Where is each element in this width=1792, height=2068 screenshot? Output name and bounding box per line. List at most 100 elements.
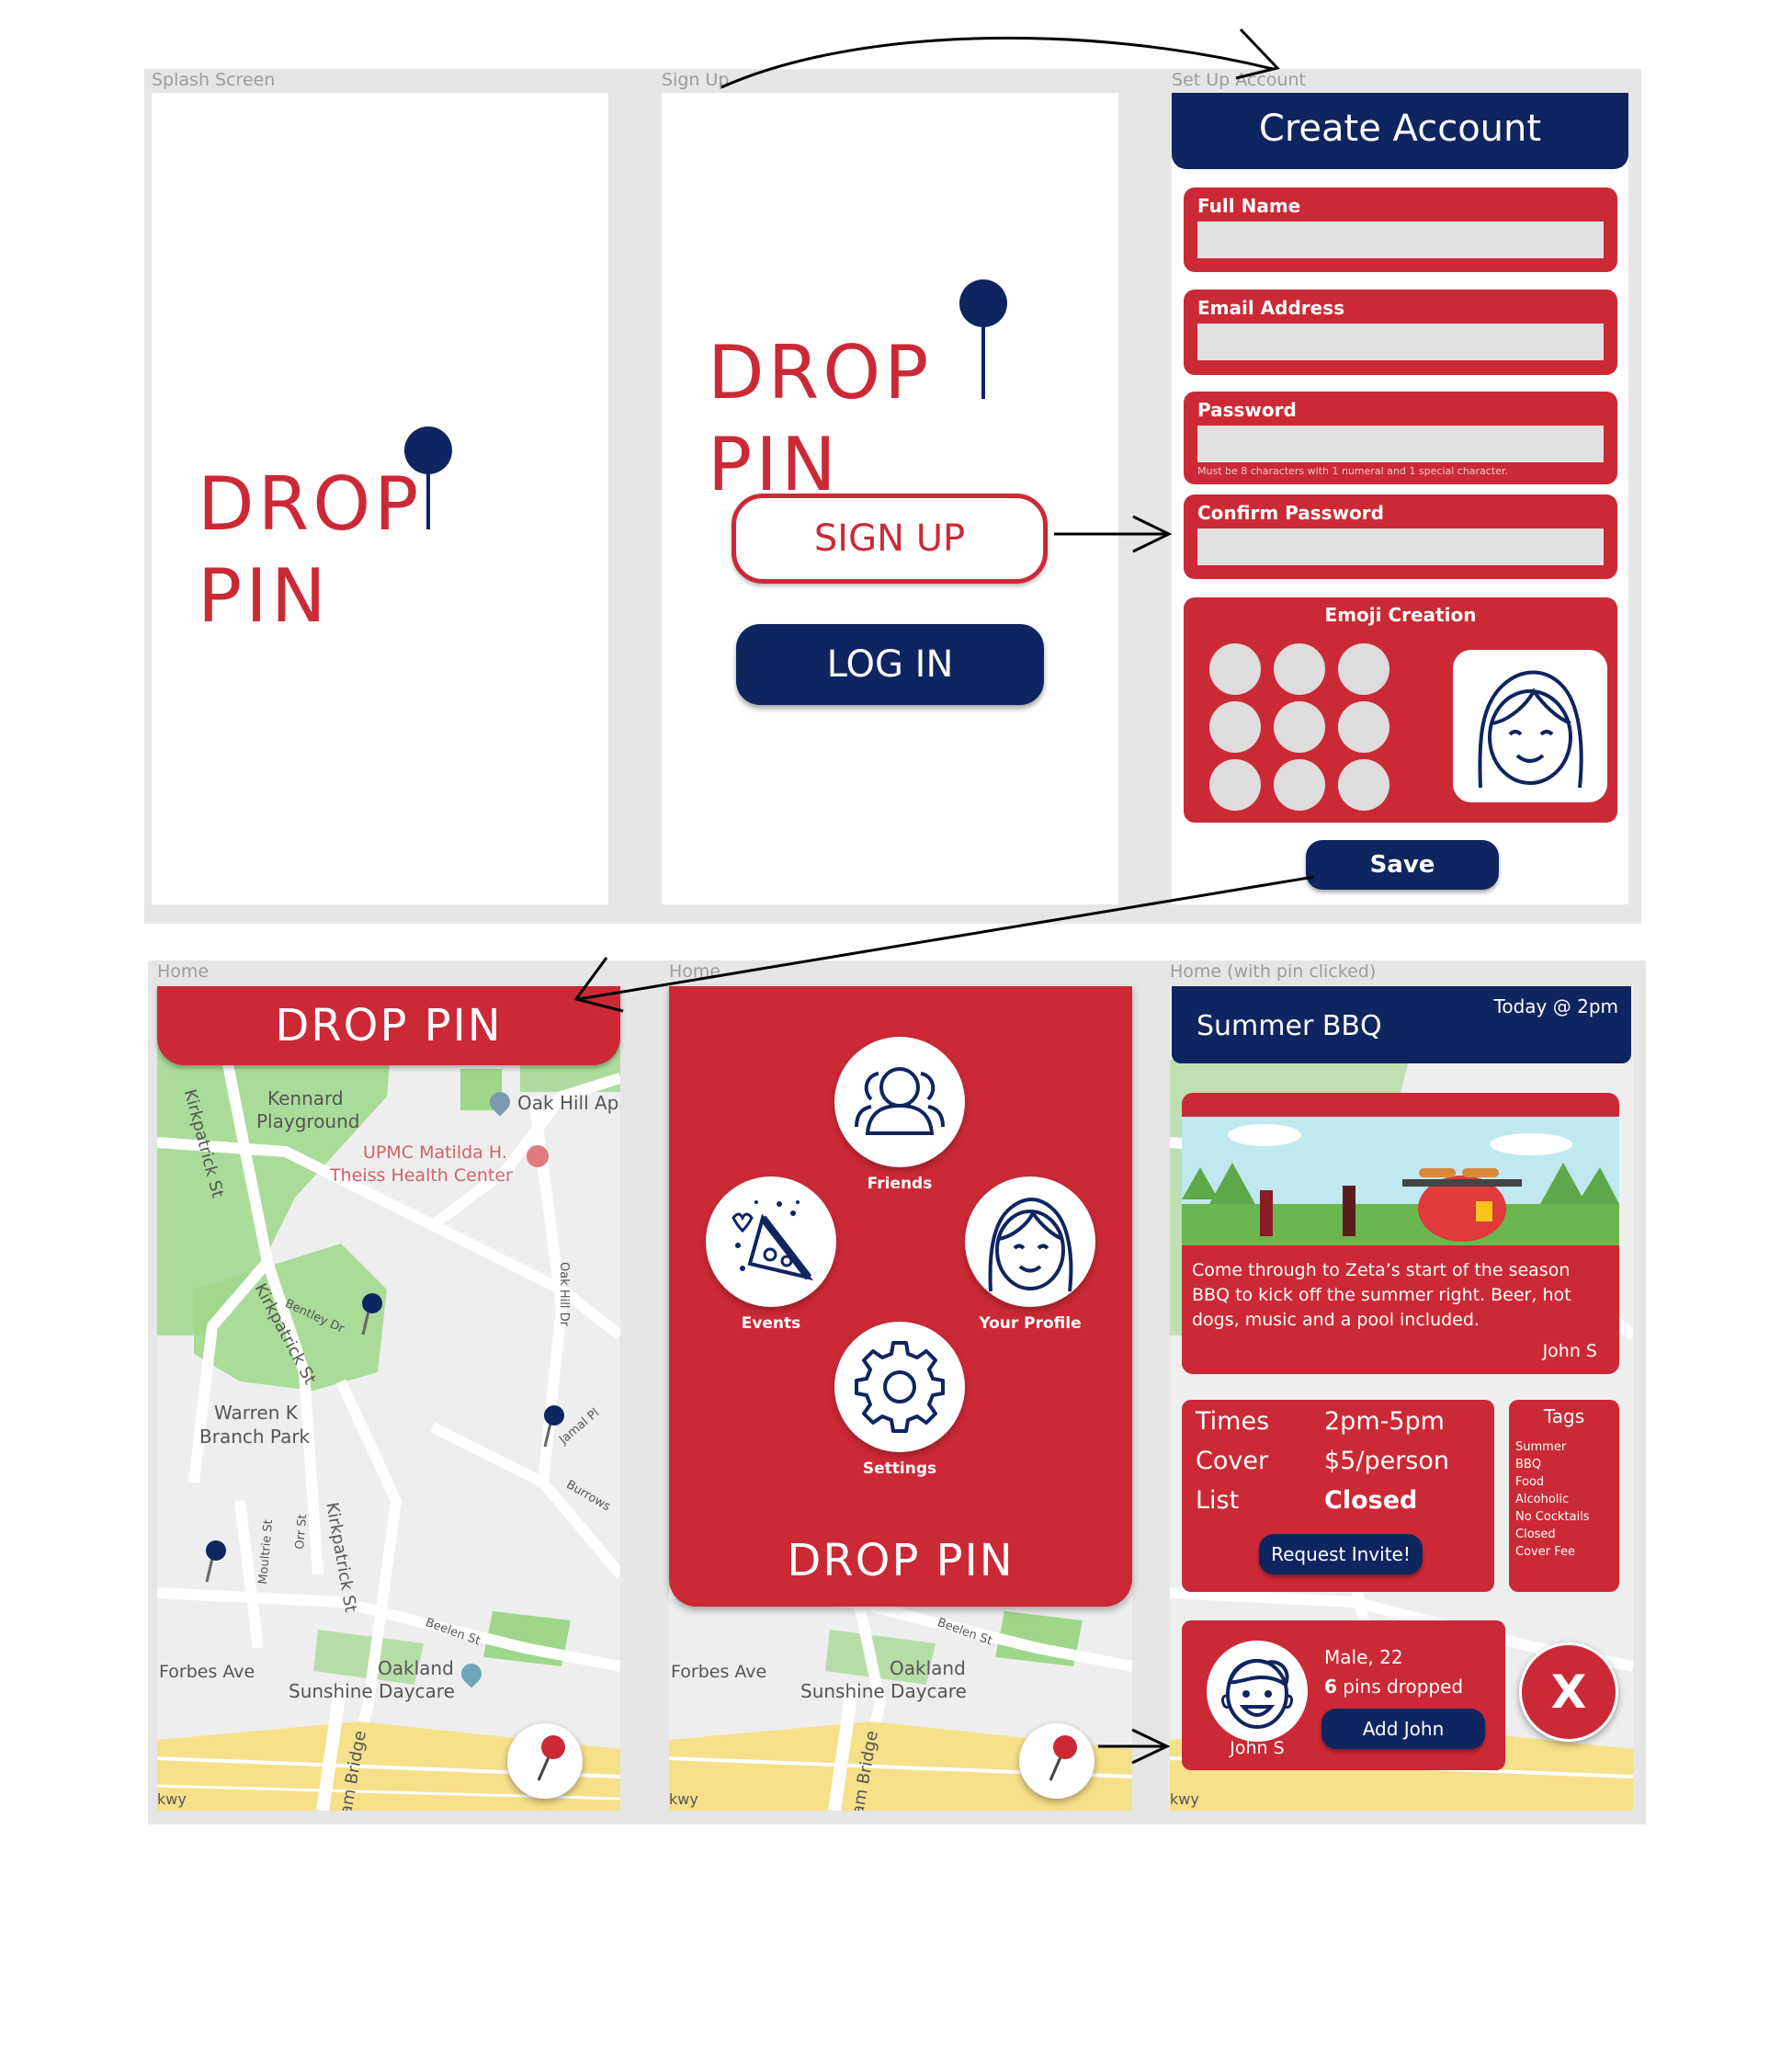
pizza-confetti-icon	[732, 1200, 814, 1281]
girl-face-icon	[1478, 670, 1583, 789]
emoji-option[interactable]	[1274, 759, 1325, 811]
full-name-card: Full Name	[1184, 187, 1617, 272]
emoji-option[interactable]	[1338, 643, 1389, 695]
full-name-field[interactable]	[1197, 222, 1604, 258]
map-label: Kennard	[267, 1087, 344, 1109]
drop-pin-button[interactable]	[507, 1723, 583, 1799]
frame-label-home2: Home	[669, 961, 721, 982]
splash-logo: DROPPIN	[198, 426, 565, 639]
map-label: UPMC Matilda H.	[363, 1142, 507, 1163]
emoji-option[interactable]	[1209, 759, 1261, 811]
emoji-option[interactable]	[1209, 701, 1261, 753]
event-host: John S	[1542, 1341, 1597, 1361]
boy-face-icon	[1221, 1658, 1293, 1729]
map-label: Forbes Ave	[159, 1662, 255, 1682]
map-label: Oakland	[378, 1657, 454, 1679]
map-label: Oakland	[890, 1657, 966, 1679]
emoji-option[interactable]	[1274, 643, 1325, 695]
friends-icon	[855, 1067, 945, 1135]
add-friend-button[interactable]: Add John	[1321, 1709, 1485, 1749]
cover-value: $5/person	[1324, 1447, 1450, 1475]
confirm-label: Confirm Password	[1197, 502, 1384, 524]
your-profile-label: Your Profile	[979, 1314, 1082, 1333]
friends-button[interactable]	[834, 1037, 965, 1167]
password-hint: Must be 8 characters with 1 numeral and …	[1197, 465, 1508, 477]
gear-icon	[855, 1341, 945, 1433]
emoji-option[interactable]	[1209, 643, 1261, 695]
email-card: Email Address	[1184, 290, 1617, 375]
event-pin-icon[interactable]	[359, 1292, 387, 1338]
your-profile-button[interactable]	[965, 1176, 1095, 1307]
map-label: Forbes Ave	[671, 1662, 767, 1682]
profile-meta: Male, 22	[1324, 1646, 1403, 1668]
emoji-option[interactable]	[1338, 759, 1389, 811]
full-name-label: Full Name	[1197, 195, 1301, 217]
splash-screen: DROPPIN	[152, 93, 608, 904]
emoji-option[interactable]	[1274, 701, 1325, 753]
pins-line: 6 pins dropped	[1324, 1676, 1463, 1698]
event-time: Today @ 2pm	[1493, 995, 1618, 1017]
tags-card: Tags Summer BBQ Food Alcoholic No Cockta…	[1509, 1400, 1619, 1592]
frame-label-setup: Set Up Account	[1172, 70, 1306, 90]
event-pin-icon[interactable]	[203, 1540, 231, 1585]
tag-item: Alcoholic	[1515, 1493, 1570, 1506]
emoji-option[interactable]	[1338, 701, 1389, 753]
confirm-password-field[interactable]	[1197, 528, 1604, 565]
tag-item: BBQ	[1515, 1458, 1542, 1471]
event-description: Come through to Zeta’s start of the seas…	[1192, 1260, 1571, 1330]
request-invite-button[interactable]: Request Invite!	[1259, 1534, 1423, 1574]
event-title: Summer BBQ	[1197, 1010, 1382, 1042]
map-label: Playground	[256, 1110, 360, 1132]
settings-button[interactable]	[834, 1322, 965, 1452]
emoji-preview	[1453, 650, 1607, 802]
cover-label: Cover	[1196, 1447, 1269, 1475]
event-info-card: Times 2pm-5pm Cover $5/person List Close…	[1182, 1400, 1494, 1592]
friends-label: Friends	[867, 1175, 933, 1193]
menu-panel: Friends Events Your Profile Settings DRO…	[669, 986, 1132, 1607]
pin-stem-icon	[426, 472, 430, 529]
signup-button[interactable]: SIGN UP	[732, 494, 1048, 584]
frame-label-home3: Home (with pin clicked)	[1170, 961, 1377, 982]
map-label: Oak Hill Apa	[517, 1092, 620, 1114]
frame-label-splash: Splash Screen	[152, 70, 276, 90]
red-pin-icon	[537, 1735, 565, 1781]
header-logo: DROP PIN	[275, 1000, 503, 1051]
signup-screen: DROPPIN SIGN UP LOG IN	[662, 93, 1118, 904]
email-field[interactable]	[1197, 324, 1604, 360]
event-pin-icon[interactable]	[541, 1404, 569, 1450]
events-button[interactable]	[706, 1176, 836, 1307]
event-header: Summer BBQ Today @ 2pm	[1172, 986, 1631, 1063]
pin-head-icon	[404, 426, 452, 474]
tag-item: Summer	[1515, 1440, 1567, 1454]
menu-logo: DROP PIN	[787, 1535, 1015, 1586]
home-map-1[interactable]: Kennard Playground Oak Hill Apa UPMC Mat…	[157, 986, 620, 1811]
emoji-label: Emoji Creation	[1324, 604, 1477, 626]
signup-logo: DROPPIN	[708, 279, 1075, 507]
settings-label: Settings	[862, 1460, 937, 1478]
pins-count: 6	[1324, 1676, 1337, 1698]
logo-right: PIN	[198, 553, 330, 639]
avatar[interactable]	[1207, 1641, 1308, 1742]
login-button[interactable]: LOG IN	[736, 624, 1044, 705]
frame-label-home1: Home	[157, 961, 210, 982]
confirm-card: Confirm Password	[1184, 494, 1617, 579]
map-label: kwy	[669, 1790, 698, 1808]
emoji-card: Emoji Creation	[1184, 597, 1617, 823]
password-label: Password	[1197, 399, 1297, 421]
tag-item: Food	[1515, 1475, 1545, 1489]
map-label: Sunshine Daycare	[289, 1680, 455, 1702]
drop-pin-button[interactable]	[1019, 1723, 1094, 1799]
list-label: List	[1196, 1486, 1240, 1515]
hospital-icon	[527, 1145, 549, 1167]
password-field[interactable]	[1197, 426, 1604, 462]
save-button[interactable]: Save	[1306, 840, 1499, 890]
red-pin-icon	[1049, 1735, 1077, 1781]
tag-item: No Cocktails	[1515, 1510, 1590, 1524]
tag-item: Closed	[1515, 1528, 1556, 1541]
map-label: Oak Hill Dr	[557, 1262, 571, 1326]
setup-screen: Create Account Full Name Email Address P…	[1172, 93, 1628, 904]
map-label: Warren K	[214, 1402, 298, 1424]
frame-label-signup: Sign Up	[662, 70, 730, 90]
close-button[interactable]: X	[1519, 1642, 1618, 1742]
host-profile-card: Male, 22 6 pins dropped John S Add John	[1182, 1620, 1505, 1770]
